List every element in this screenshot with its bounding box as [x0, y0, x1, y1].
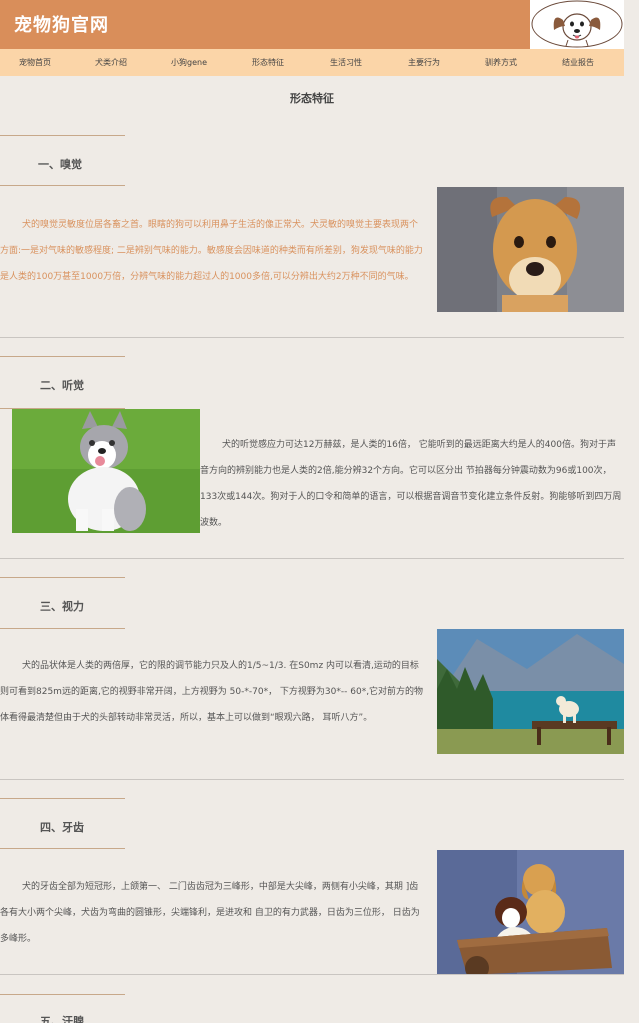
divider — [0, 135, 125, 136]
section-heading-sweat: 五、汗腺 — [40, 1015, 84, 1023]
divider — [0, 628, 125, 629]
section-text-vision: 犬的品状体是人类的两倍厚，它的限的调节能力只及人的1/5~1/3. 在S0mz … — [0, 661, 424, 723]
dog-logo[interactable] — [530, 0, 624, 49]
divider — [0, 185, 125, 186]
main-nav: 宠物首页 犬类介绍 小狗gene 形态特征 生活习性 主要行为 驯养方式 结业报… — [0, 49, 624, 76]
site-title[interactable]: 宠物狗官网 — [14, 11, 109, 37]
section-text-smell: 犬的嗅觉灵敏度位居各畜之首。眼瞎的狗可以利用鼻子生活的像正常犬。犬灵敏的嗅觉主要… — [0, 220, 423, 282]
section-text-hearing: 犬的听觉感应力可达12万赫兹，是人类的16倍， 它能听到的最远距离大约是人的40… — [200, 440, 622, 528]
nav-report[interactable]: 结业报告 — [543, 57, 613, 68]
section-divider — [0, 974, 624, 975]
section-text-teeth: 犬的牙齿全部为短冠形，上颌第一、 二门齿齿冠为三峰形，中部是大尖峰，两侧有小尖峰… — [0, 882, 420, 944]
nav-morphology[interactable]: 形态特征 — [233, 57, 303, 68]
dog-face-logo-icon — [531, 0, 623, 48]
section-heading-hearing: 二、听觉 — [40, 379, 84, 392]
section-heading-vision: 三、视力 — [40, 600, 84, 613]
section-divider — [0, 337, 624, 338]
divider — [0, 356, 125, 357]
nav-breeds[interactable]: 犬类介绍 — [76, 57, 146, 68]
nav-gene[interactable]: 小狗gene — [154, 57, 224, 68]
divider — [0, 577, 125, 578]
husky-photo — [12, 409, 200, 533]
short-haired-dog-photo — [437, 187, 624, 312]
nav-habits[interactable]: 生活习性 — [311, 57, 381, 68]
site-header: 宠物狗官网 — [0, 0, 530, 49]
section-heading-smell: 一、嗅觉 — [38, 158, 82, 171]
two-puppies-photo — [437, 850, 624, 975]
nav-behavior[interactable]: 主要行为 — [389, 57, 459, 68]
divider — [0, 798, 125, 799]
page-title: 形态特征 — [290, 92, 334, 105]
section-divider — [0, 779, 624, 780]
section-divider — [0, 558, 624, 559]
lake-dog-photo — [437, 629, 624, 754]
divider — [0, 994, 125, 995]
divider — [0, 848, 125, 849]
nav-home[interactable]: 宠物首页 — [0, 57, 70, 68]
nav-training[interactable]: 驯养方式 — [466, 57, 536, 68]
section-heading-teeth: 四、牙齿 — [40, 821, 84, 834]
